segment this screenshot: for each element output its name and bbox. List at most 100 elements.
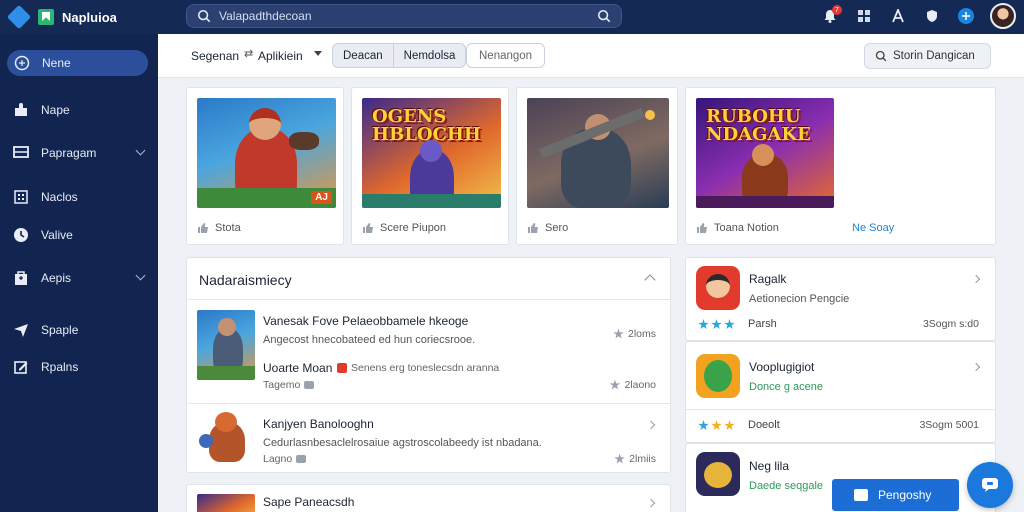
search-input[interactable] [219, 9, 597, 23]
game-cover-image: OGENS HBLOCHH [362, 98, 501, 208]
app-name: Ragalk [749, 272, 787, 286]
tagline-text: Senens erg toneslecsdn aranna [351, 362, 500, 374]
avatar[interactable] [990, 3, 1016, 29]
controller-icon [296, 455, 307, 463]
star-icon [698, 420, 709, 431]
list-item[interactable]: Sape Paneacsdh [186, 484, 671, 512]
star-icon [614, 453, 625, 464]
star-icon [698, 319, 709, 330]
game-tagline: Senens erg toneslecsdn aranna [337, 362, 499, 374]
game-title[interactable]: Vanesak Fove Pelaeobbamele hkeoge [263, 314, 468, 328]
brand[interactable]: Napluioa [0, 4, 158, 30]
sidebar-item-nape[interactable]: Nape [0, 97, 158, 123]
star-icon [724, 319, 735, 330]
sidebar-item-label: Rpalns [41, 360, 79, 374]
bag-icon [13, 270, 29, 286]
game-rating: 2lmiis [614, 453, 656, 465]
game-subtitle[interactable]: Uoarte Moan [263, 361, 332, 375]
notifications-icon[interactable]: 7 [820, 5, 842, 26]
sidebar-item-label: Nape [41, 103, 70, 117]
sidebar-item-naclos[interactable]: Naclos [0, 184, 158, 210]
recommendations-panel: Nadaraismiecy Vanesak Fove Pelaeobbamele… [186, 257, 671, 473]
game-thumbnail[interactable] [197, 410, 255, 468]
chevron-right-icon[interactable] [646, 420, 656, 430]
rating-stars [698, 319, 735, 330]
sidebar-item-nene[interactable]: Nene [7, 50, 148, 76]
game-title-art: OGENS HBLOCHH [372, 106, 481, 145]
filter-tab-nemdolsa[interactable]: Nemdolsa [394, 44, 466, 67]
app-subtitle: Daede seqgale [749, 480, 824, 492]
app-icon [696, 452, 740, 496]
floating-chat-button[interactable] [967, 462, 1013, 508]
checkbox-icon [854, 489, 868, 501]
star-icon [711, 420, 722, 431]
sidebar-item-valive[interactable]: Valive [0, 222, 158, 248]
featured-card[interactable]: AJ Stota [186, 87, 344, 245]
filter-tab-deacan[interactable]: Deacan [333, 44, 394, 67]
sidebar-item-rpalns[interactable]: Rpalns [0, 354, 158, 380]
game-thumbnail[interactable] [197, 310, 255, 380]
game-badge: AJ [311, 191, 332, 204]
sidebar-item-aepis[interactable]: Aepis [0, 265, 158, 291]
filter-bar: Segenan ⇄ Aplikiein Deacan Nemdolsa Nena… [158, 34, 1024, 78]
app-name: Napluioa [62, 9, 117, 25]
collapse-chevron-icon[interactable] [644, 274, 656, 286]
grid-list-icon [13, 189, 29, 205]
rating-value: 2lmiis [629, 453, 656, 465]
top-actions: 7 [820, 3, 1016, 29]
game-title[interactable]: Sape Paneacsdh [263, 495, 354, 509]
sidebar-item-label: Naclos [41, 190, 78, 204]
sort-dropdown[interactable]: Aplikiein [258, 49, 303, 63]
app-subtitle: Donce g acene [749, 381, 823, 393]
sidebar-item-papragam[interactable]: Papragam [0, 140, 158, 166]
thumbs-up-icon[interactable] [696, 223, 708, 233]
thumbs-up-icon[interactable] [527, 223, 539, 233]
search-submit-icon[interactable] [597, 9, 611, 23]
app-name: Vooplugigiot [749, 360, 815, 374]
store-search-label: Storin Dangican [893, 50, 975, 62]
flag-icon [337, 363, 347, 373]
search-icon [197, 9, 211, 23]
chevron-right-icon[interactable] [971, 274, 981, 284]
filter-tab-nenangon[interactable]: Nenangon [466, 43, 546, 68]
sidebar-item-label: Aepis [41, 271, 72, 285]
chat-icon[interactable] [956, 6, 976, 26]
dropdown-caret-icon[interactable] [314, 51, 322, 56]
featured-label: Toana Notion [714, 222, 779, 234]
apps-grid-icon[interactable] [854, 6, 874, 26]
font-icon[interactable] [888, 6, 908, 26]
game-rating: 2loms [613, 328, 656, 340]
rating-stars [698, 420, 735, 431]
game-rating: 2laono [609, 379, 656, 391]
sidebar-item-label: Papragam [41, 146, 97, 160]
top-bar: Napluioa 7 [0, 0, 1024, 34]
game-meta: Tagemo [263, 379, 315, 391]
featured-more-link[interactable]: Ne Soay [852, 222, 894, 234]
app-logo-icon [38, 9, 54, 25]
featured-card[interactable]: Sero [516, 87, 678, 245]
game-description: Angecost hnecobateed ed hun coriecsrooe. [263, 334, 476, 346]
game-cover-image [527, 98, 669, 208]
sidebar-item-spaple[interactable]: Spaple [0, 317, 158, 343]
swap-icon: ⇄ [244, 48, 254, 60]
thumbs-up-icon[interactable] [197, 223, 209, 233]
app-list-item[interactable]: Ragalk Aetionecion Pengcie Parsh 3Sogm s… [685, 257, 996, 341]
primary-action-button[interactable]: Pengoshy [832, 479, 959, 511]
game-title[interactable]: Kanjyen Banolooghn [263, 417, 374, 431]
chevron-right-icon[interactable] [971, 362, 981, 372]
store-search-button[interactable]: Storin Dangican [864, 43, 991, 69]
app-icon [696, 266, 740, 310]
featured-card[interactable]: OGENS HBLOCHH Scere Piupon [351, 87, 509, 245]
rating-value: 2loms [627, 328, 656, 340]
thumbs-up-icon[interactable] [362, 223, 374, 233]
shield-icon[interactable] [922, 6, 942, 26]
featured-card[interactable]: RUBOHU NDAGAKE Toana Notion [685, 87, 996, 245]
search-box[interactable] [186, 4, 622, 28]
cube-logo-icon [6, 4, 32, 30]
chevron-right-icon[interactable] [646, 498, 656, 508]
star-icon [613, 328, 624, 339]
controller-icon [304, 381, 315, 389]
sidebar-item-label: Valive [41, 228, 73, 242]
app-stat: Doeolt [748, 419, 780, 431]
app-list-item[interactable]: Vooplugigiot Donce g acene Doeolt 3Sogm … [685, 341, 996, 443]
